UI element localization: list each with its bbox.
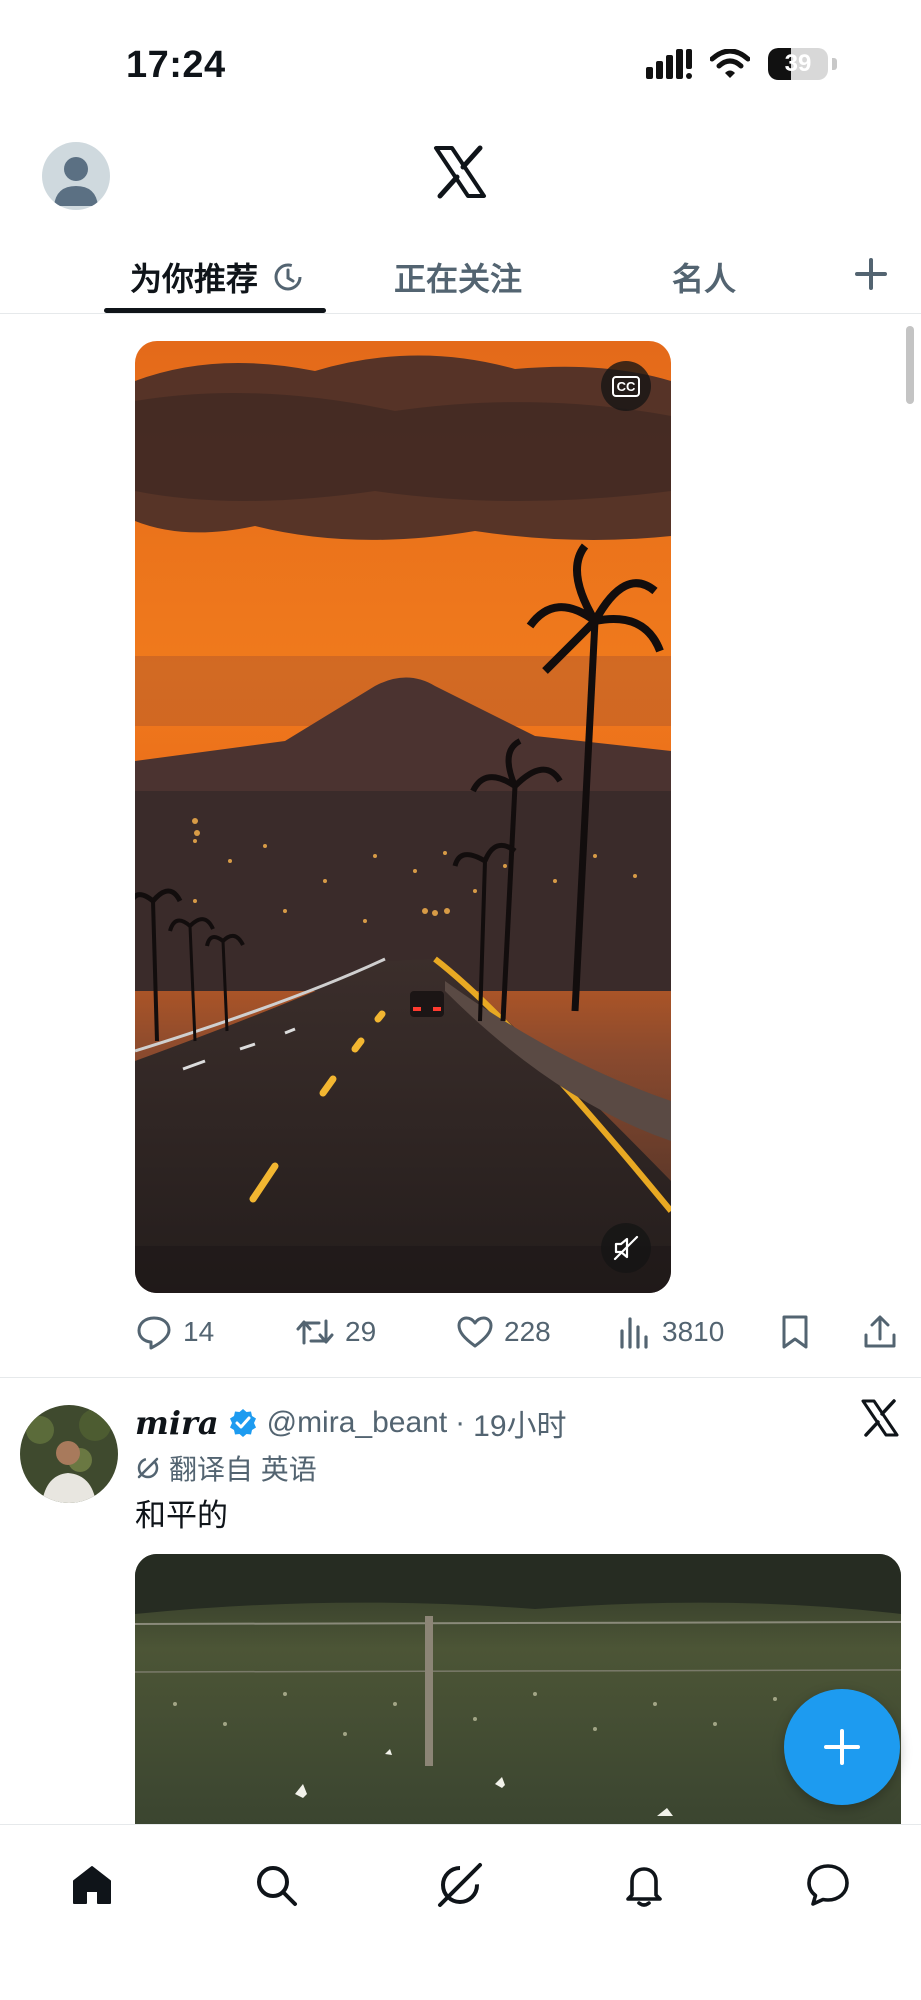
- bookmark-button[interactable]: [778, 1306, 812, 1358]
- bottom-nav: [0, 1824, 921, 2000]
- tab-for-you[interactable]: 为你推荐: [130, 240, 304, 314]
- reply-button[interactable]: 14: [135, 1306, 214, 1358]
- muted-speaker-icon: [613, 1235, 639, 1261]
- timeline-tabs: 为你推荐 正在关注 名人: [0, 240, 921, 314]
- search-icon: [257, 1866, 297, 1906]
- tweet-video[interactable]: [135, 1554, 901, 1824]
- status-icons: 39: [646, 48, 837, 80]
- like-button[interactable]: 228: [456, 1306, 551, 1358]
- grok-icon: [438, 1863, 482, 1907]
- wifi-icon: [710, 49, 750, 78]
- nav-grok[interactable]: [430, 1855, 490, 1915]
- battery-indicator: 39: [768, 48, 828, 80]
- tweet-divider: [0, 1377, 921, 1378]
- bookmark-icon: [782, 1315, 808, 1349]
- tweet-header: mira @mira_beant · 19小时: [135, 1398, 567, 1448]
- bell-icon: [626, 1867, 662, 1907]
- share-icon: [864, 1315, 896, 1348]
- meta-separator: ·: [455, 1406, 466, 1439]
- grok-icon: [137, 1457, 159, 1479]
- tweet-actions: 14 29 228 3810: [0, 1306, 921, 1358]
- verified-badge-icon: [229, 1409, 256, 1437]
- scrollbar[interactable]: [906, 326, 914, 404]
- nav-search[interactable]: [246, 1855, 306, 1915]
- retweet-count: 29: [345, 1316, 377, 1347]
- home-icon: [73, 1866, 111, 1904]
- tweet-text: 和平的: [135, 1498, 228, 1533]
- status-time: 17:24: [126, 44, 226, 86]
- views-icon: [620, 1317, 648, 1349]
- like-count: 228: [504, 1316, 551, 1347]
- captions-button[interactable]: CC: [601, 361, 651, 411]
- retweet-button[interactable]: 29: [295, 1306, 376, 1358]
- header: [0, 130, 921, 240]
- mute-button[interactable]: [601, 1223, 651, 1273]
- heart-icon: [457, 1316, 493, 1348]
- tab-label: 正在关注: [394, 261, 523, 297]
- views-count: 3810: [662, 1316, 725, 1347]
- compose-button[interactable]: [784, 1689, 900, 1805]
- tweet-video[interactable]: CC: [135, 341, 671, 1293]
- author-avatar[interactable]: [20, 1405, 118, 1503]
- reply-icon: [137, 1316, 171, 1350]
- reply-count: 14: [183, 1316, 215, 1347]
- tab-label: 名人: [672, 261, 737, 297]
- x-logo-icon: [434, 145, 486, 199]
- nav-home[interactable]: [62, 1855, 122, 1915]
- meadow-video-frame: [135, 1554, 901, 1824]
- x-logo-icon: [861, 1399, 899, 1437]
- battery-percent: 39: [784, 50, 812, 77]
- author-avatar-image: [20, 1405, 118, 1503]
- battery-nub: [832, 58, 837, 70]
- nav-notifications[interactable]: [614, 1855, 674, 1915]
- translation-note[interactable]: 翻译自 英语: [135, 1448, 317, 1488]
- author-name[interactable]: mira: [135, 1404, 219, 1442]
- chat-icon: [807, 1864, 849, 1906]
- plus-icon: [824, 1729, 860, 1765]
- tab-label: 为你推荐: [130, 261, 259, 297]
- status-bar: 17:24 39: [0, 0, 921, 130]
- sunset-highway-video-frame: [135, 341, 671, 1293]
- active-tab-indicator: [104, 308, 326, 313]
- retweet-icon: [296, 1319, 334, 1345]
- add-tab-icon[interactable]: [851, 254, 891, 294]
- tab-following[interactable]: 正在关注: [394, 240, 522, 314]
- default-avatar-icon: [54, 157, 98, 206]
- history-icon: [274, 263, 302, 291]
- share-button[interactable]: [862, 1306, 898, 1358]
- translation-note-text: 翻译自 英语: [169, 1454, 317, 1485]
- author-handle[interactable]: @mira_beant: [267, 1406, 448, 1440]
- nav-messages[interactable]: [798, 1855, 858, 1915]
- tweet-time[interactable]: 19小时: [473, 1401, 566, 1445]
- tab-celebrities[interactable]: 名人: [672, 240, 736, 314]
- cellular-signal-icon: [646, 49, 692, 79]
- views-button[interactable]: 3810: [618, 1306, 724, 1358]
- captions-icon: CC: [611, 375, 641, 397]
- profile-avatar-button[interactable]: [42, 142, 110, 210]
